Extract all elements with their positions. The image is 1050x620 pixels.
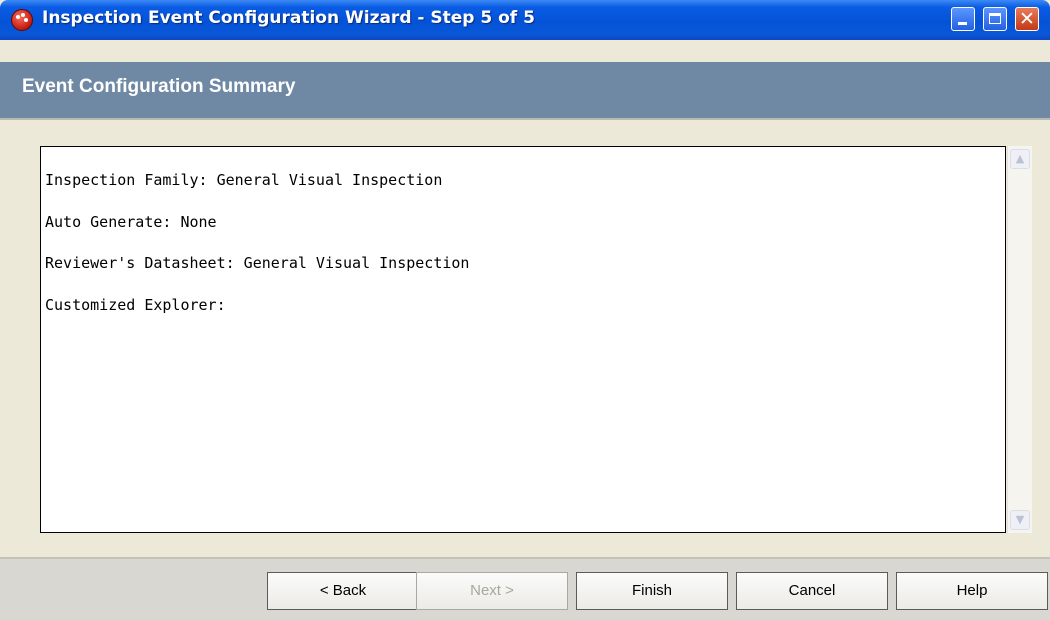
scroll-up-icon[interactable]: ▲: [1010, 149, 1030, 169]
back-button[interactable]: < Back: [267, 572, 419, 610]
next-button[interactable]: Next >: [416, 572, 568, 610]
window-title: Inspection Event Configuration Wizard - …: [42, 8, 535, 28]
step-title: Event Configuration Summary: [22, 76, 296, 97]
close-button[interactable]: ✕: [1015, 7, 1039, 31]
scroll-down-icon[interactable]: ▼: [1010, 510, 1030, 530]
app-icon[interactable]: [11, 9, 33, 31]
summary-line-auto-generate: Auto Generate: None: [45, 212, 217, 231]
summary-text-box[interactable]: Inspection Family: General Visual Inspec…: [40, 146, 1006, 533]
minimize-icon: [958, 22, 967, 25]
vertical-scrollbar[interactable]: ▲ ▼: [1007, 146, 1032, 533]
wizard-window: Inspection Event Configuration Wizard - …: [0, 0, 1050, 620]
header-divider: [0, 118, 1050, 120]
summary-line-reviewers-datasheet: Reviewer's Datasheet: General Visual Ins…: [45, 254, 470, 272]
minimize-button[interactable]: [951, 7, 975, 31]
close-icon: ✕: [1019, 8, 1035, 30]
cancel-button[interactable]: Cancel: [736, 572, 888, 610]
title-bar[interactable]: Inspection Event Configuration Wizard - …: [0, 0, 1050, 40]
summary-line-inspection-family: Inspection Family: General Visual Inspec…: [45, 171, 443, 189]
help-button[interactable]: Help: [896, 572, 1048, 610]
finish-button[interactable]: Finish: [576, 572, 728, 610]
step-header: Event Configuration Summary: [0, 62, 1050, 118]
maximize-icon: [989, 13, 1001, 24]
summary-lines: Inspection Family: General Visual Inspec…: [45, 171, 469, 337]
maximize-button[interactable]: [983, 7, 1007, 31]
summary-line-customized-explorer: Customized Explorer:: [45, 295, 226, 314]
